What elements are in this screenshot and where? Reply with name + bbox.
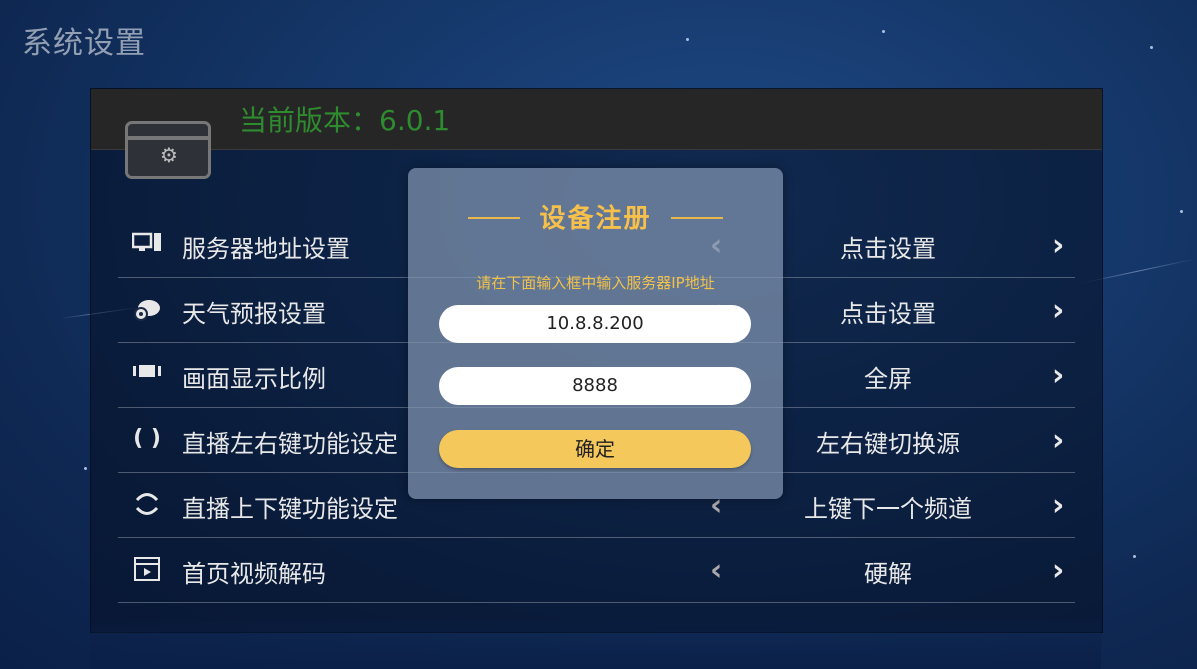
star-decoration (1150, 46, 1153, 49)
star-decoration (882, 30, 885, 33)
version-label: 当前版本：6.0.1 (239, 104, 451, 137)
row-value: 硬解 (864, 560, 912, 588)
video-decode-icon (132, 556, 162, 582)
row-value: 左右键切换源 (816, 430, 960, 458)
chevron-right-icon[interactable]: › (1052, 293, 1064, 328)
settings-device-icon: ⚙ (125, 121, 211, 179)
list-bottom-fade (90, 620, 1101, 669)
server-port-input[interactable] (439, 367, 751, 405)
chevron-right-icon[interactable]: › (1052, 228, 1064, 263)
row-label: 直播左右键功能设定 (182, 430, 398, 458)
dialog-title: 设备注册 (539, 204, 652, 234)
star-decoration (686, 38, 689, 41)
panel-header: 当前版本：6.0.1 (91, 89, 1102, 150)
chevron-right-icon[interactable]: › (1052, 553, 1064, 588)
row-label: 直播上下键功能设定 (182, 495, 398, 523)
star-decoration (84, 467, 87, 470)
aspect-ratio-icon (132, 361, 162, 387)
row-label: 画面显示比例 (182, 365, 326, 393)
row-label: 服务器地址设置 (182, 235, 350, 263)
row-value: 点击设置 (840, 235, 936, 263)
row-label: 天气预报设置 (182, 300, 326, 328)
up-down-keys-icon (132, 491, 162, 517)
left-right-keys-icon: ( ) (133, 426, 161, 451)
star-decoration (1180, 210, 1183, 213)
row-value: 点击设置 (840, 300, 936, 328)
settings-row-video-decode[interactable]: 首页视频解码 ‹ 硬解 › (118, 537, 1075, 603)
dialog-hint: 请在下面输入框中输入服务器IP地址 (476, 274, 715, 292)
star-decoration (1133, 555, 1136, 558)
weather-cloud-gear-icon (132, 296, 162, 322)
server-ip-input[interactable] (439, 305, 751, 343)
chevron-right-icon[interactable]: › (1052, 488, 1064, 523)
chevron-right-icon[interactable]: › (1052, 423, 1064, 458)
device-register-dialog: 设备注册 请在下面输入框中输入服务器IP地址 确定 (408, 168, 783, 499)
confirm-button[interactable]: 确定 (439, 430, 751, 468)
page-title: 系统设置 (22, 26, 146, 61)
row-label: 首页视频解码 (182, 560, 326, 588)
dialog-title-wrap: 设备注册 (408, 198, 783, 235)
chevron-right-icon[interactable]: › (1052, 358, 1064, 393)
row-value: 上键下一个频道 (804, 495, 972, 523)
row-value: 全屏 (864, 365, 912, 393)
monitor-icon (131, 231, 162, 257)
chevron-left-icon[interactable]: ‹ (710, 553, 722, 588)
